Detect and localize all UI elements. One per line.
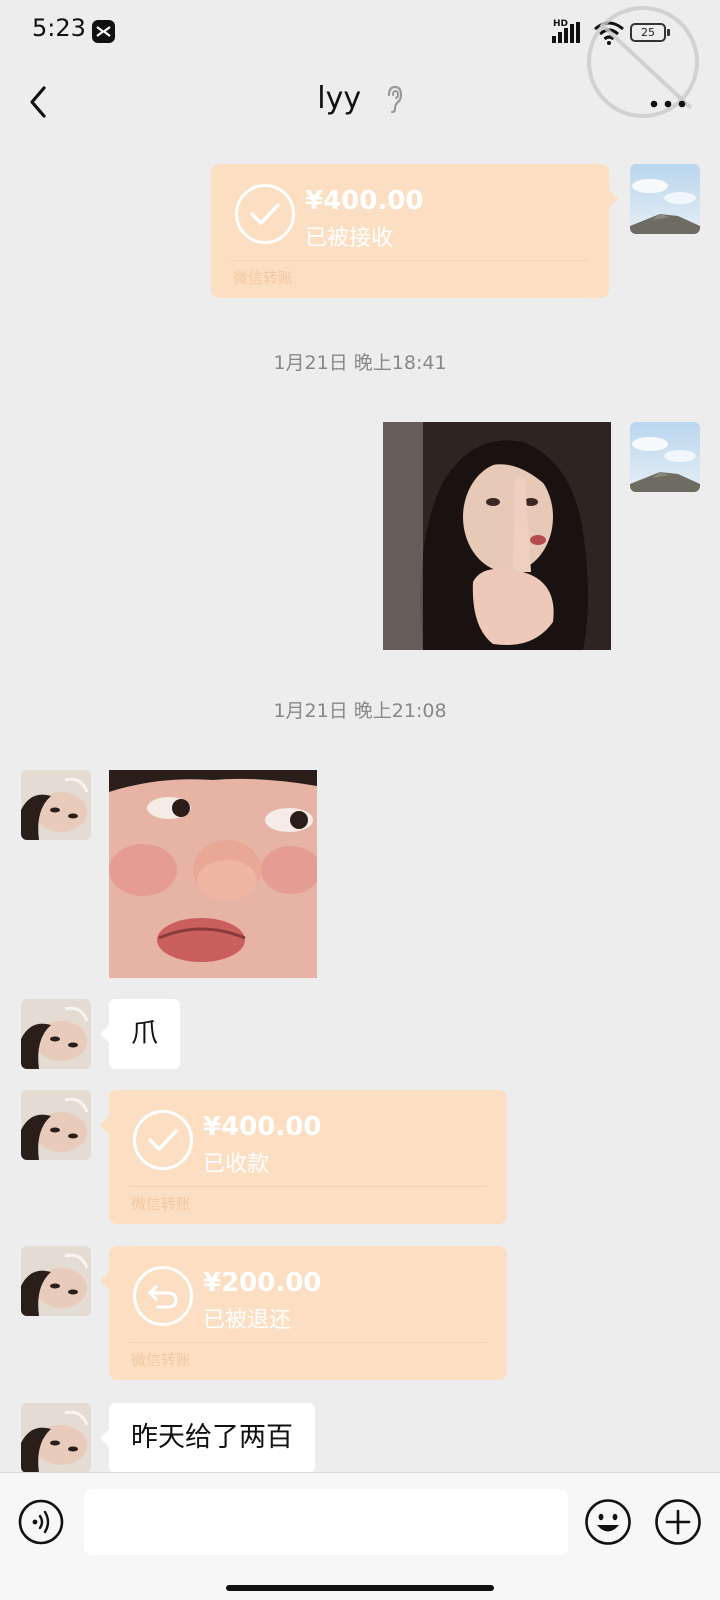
more-dots-icon [650, 100, 686, 108]
check-circle-icon [133, 1110, 193, 1170]
transfer-card-returned[interactable]: ¥200.00 已被退还 微信转账 [100, 1246, 507, 1380]
transfer-status: 已被接收 [305, 226, 394, 251]
more-button[interactable] [648, 92, 688, 116]
transfer-amount: ¥400.00 [203, 1112, 322, 1142]
plus-icon [655, 1499, 701, 1545]
emoji-button[interactable] [584, 1498, 632, 1546]
transfer-footer: 微信转账 [233, 269, 294, 287]
emoji-icon [585, 1499, 631, 1545]
ear-icon [387, 85, 402, 113]
avatar-contact[interactable] [21, 770, 91, 840]
avatar-self[interactable] [630, 422, 700, 492]
home-indicator[interactable] [226, 1585, 494, 1591]
text-message-received[interactable]: 爪 [100, 999, 180, 1069]
transfer-status: 已被退还 [203, 1308, 292, 1333]
voice-icon [18, 1499, 64, 1545]
transfer-footer: 微信转账 [131, 1351, 192, 1369]
image-message-received[interactable] [109, 770, 317, 978]
message-text: 爪 [131, 1018, 158, 1049]
input-bar [0, 1472, 720, 1600]
check-circle-icon [235, 184, 295, 244]
return-arrow-icon [133, 1266, 193, 1326]
avatar-contact[interactable] [21, 999, 91, 1069]
avatar-self[interactable] [630, 164, 700, 234]
timestamp: 1月21日 晚上18:41 [273, 352, 447, 374]
avatar-contact[interactable] [21, 1403, 91, 1472]
message-input[interactable] [84, 1489, 568, 1555]
divider [129, 1186, 487, 1187]
divider [231, 260, 589, 261]
status-time: 5:23 [32, 14, 86, 42]
avatar-contact[interactable] [21, 1246, 91, 1316]
chat-title: lyy [317, 81, 362, 116]
divider [129, 1342, 487, 1343]
chat-title-area: lyy [0, 80, 720, 116]
image-message-sent[interactable] [383, 422, 611, 650]
capcut-icon [92, 20, 115, 43]
plus-button[interactable] [654, 1498, 702, 1546]
message-text: 昨天给了两百 [131, 1422, 293, 1453]
transfer-card-received[interactable]: ¥400.00 已收款 微信转账 [100, 1090, 507, 1224]
transfer-amount: ¥400.00 [305, 186, 424, 216]
transfer-amount: ¥200.00 [203, 1268, 322, 1298]
text-message-received[interactable]: 昨天给了两百 [100, 1403, 315, 1472]
voice-button[interactable] [18, 1499, 64, 1545]
transfer-card-sent[interactable]: ¥400.00 已被接收 微信转账 [211, 164, 618, 298]
transfer-footer: 微信转账 [131, 1195, 192, 1213]
avatar-contact[interactable] [21, 1090, 91, 1160]
message-list[interactable]: ¥400.00 已被接收 微信转账 1月21日 晚上18:41 1月21日 晚上… [0, 142, 720, 1472]
timestamp: 1月21日 晚上21:08 [273, 700, 447, 722]
chat-header: lyy [0, 66, 720, 142]
transfer-status: 已收款 [203, 1152, 270, 1177]
